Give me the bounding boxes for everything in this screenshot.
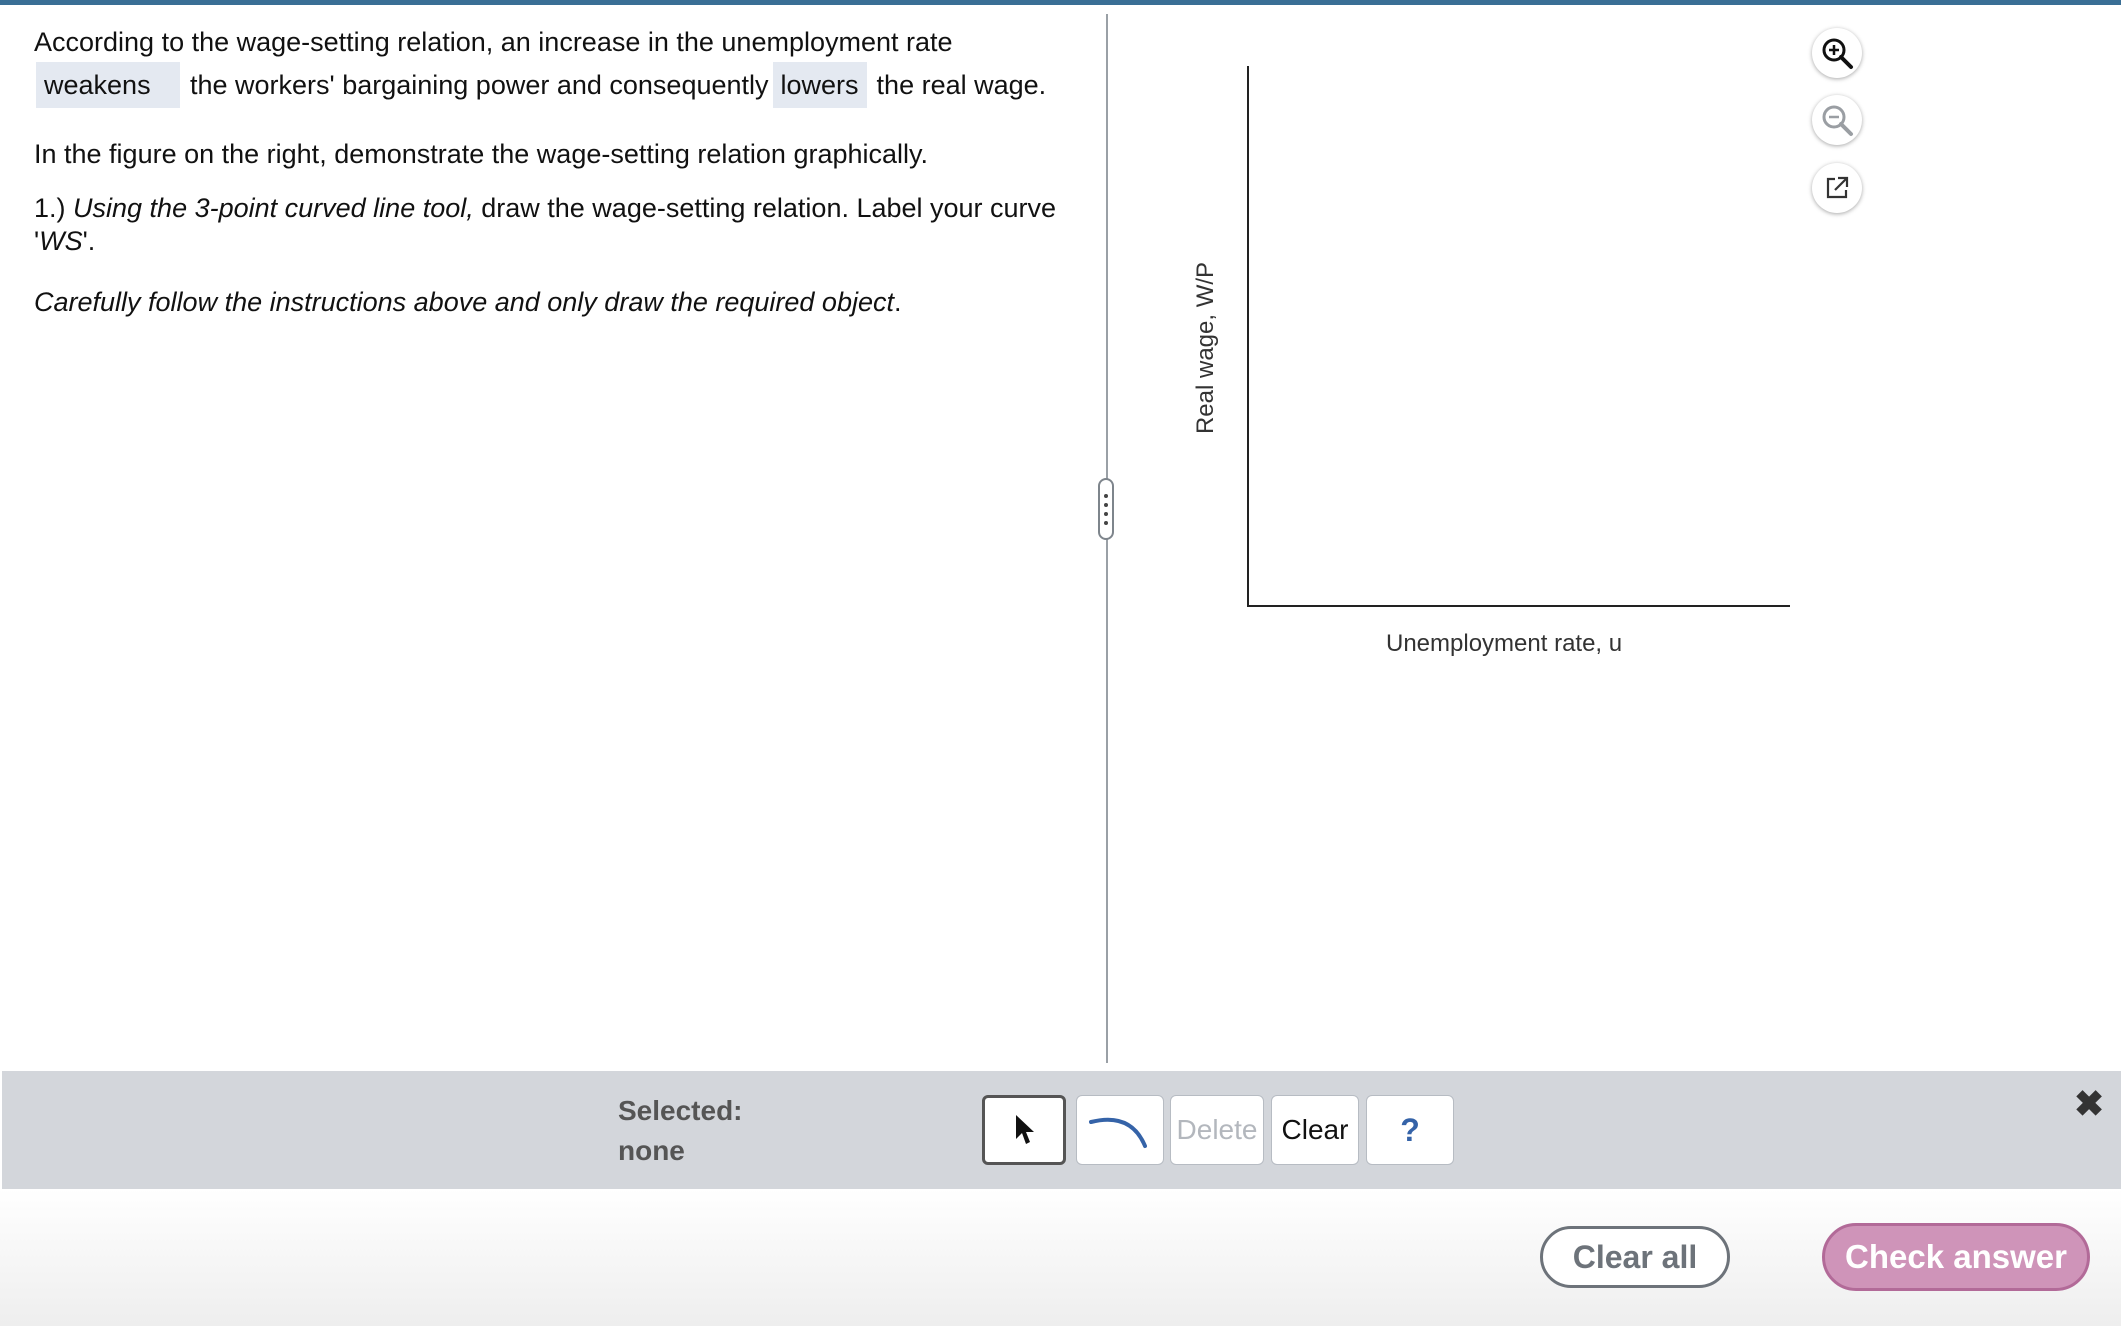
step-tool-text: Using the 3-point curved line tool, xyxy=(73,193,474,223)
curve-tool-button[interactable] xyxy=(1076,1095,1164,1165)
answer-dropdown-2[interactable]: lowers xyxy=(772,62,867,108)
y-axis-label: Real wage, W/P xyxy=(1192,261,1219,435)
caution-text: Carefully follow the instructions above … xyxy=(34,287,894,317)
step-label: WS xyxy=(39,226,83,256)
curve-tool-icon xyxy=(1089,1117,1147,1148)
question-caution: Carefully follow the instructions above … xyxy=(34,282,1074,322)
clear-button[interactable]: Clear xyxy=(1271,1095,1359,1165)
question-middle-text: the workers' bargaining power and conseq… xyxy=(190,70,769,100)
splitter-handle[interactable] xyxy=(1098,478,1114,540)
question-step-1: 1.) Using the 3-point curved line tool, … xyxy=(34,192,1074,258)
answer-dropdown-1[interactable]: weakens xyxy=(36,62,180,108)
popout-button[interactable] xyxy=(1812,163,1862,213)
zoom-in-icon xyxy=(1822,38,1853,69)
clear-all-button[interactable]: Clear all xyxy=(1540,1226,1730,1288)
pointer-arrow-icon xyxy=(1016,1115,1034,1144)
grip-dot xyxy=(1104,520,1108,525)
delete-button[interactable]: Delete xyxy=(1170,1095,1264,1165)
question-sentence-line2: weakens the workers' bargaining power an… xyxy=(34,62,1074,108)
help-button[interactable]: ? xyxy=(1366,1095,1454,1165)
check-answer-button[interactable]: Check answer xyxy=(1822,1223,2090,1291)
x-axis-label: Unemployment rate, u xyxy=(1386,630,1623,657)
graph-canvas[interactable] xyxy=(1180,50,1810,620)
external-link-icon xyxy=(1826,176,1849,199)
question-pane: According to the wage-setting relation, … xyxy=(34,22,1074,322)
step-prefix: 1.) xyxy=(34,193,74,223)
pointer-tool-button[interactable] xyxy=(982,1095,1066,1165)
grip-dot xyxy=(1104,511,1108,516)
step-rest-text: draw the wage-setting relation. Label yo… xyxy=(473,193,1057,223)
grip-dot xyxy=(1104,493,1108,498)
zoom-out-icon xyxy=(1822,105,1853,136)
grip-dot xyxy=(1104,502,1108,507)
footer-bar: Clear all Check answer xyxy=(0,1189,2121,1326)
top-accent-bar xyxy=(0,0,2121,5)
question-end-text: the real wage. xyxy=(876,70,1047,100)
selected-value: none xyxy=(618,1135,685,1166)
close-icon[interactable]: ✖ xyxy=(2074,1083,2104,1125)
selected-title: Selected: xyxy=(618,1095,743,1126)
step-label-close: '. xyxy=(82,226,96,256)
drawing-toolbar: Selected: none Delete Clear ? ✖ xyxy=(2,1071,2121,1189)
question-sentence-start: According to the wage-setting relation, … xyxy=(34,27,953,57)
zoom-in-button[interactable] xyxy=(1812,28,1862,78)
zoom-out-button[interactable] xyxy=(1812,95,1862,145)
caution-end: . xyxy=(893,287,902,317)
question-figure-instruction: In the figure on the right, demonstrate … xyxy=(34,139,929,169)
